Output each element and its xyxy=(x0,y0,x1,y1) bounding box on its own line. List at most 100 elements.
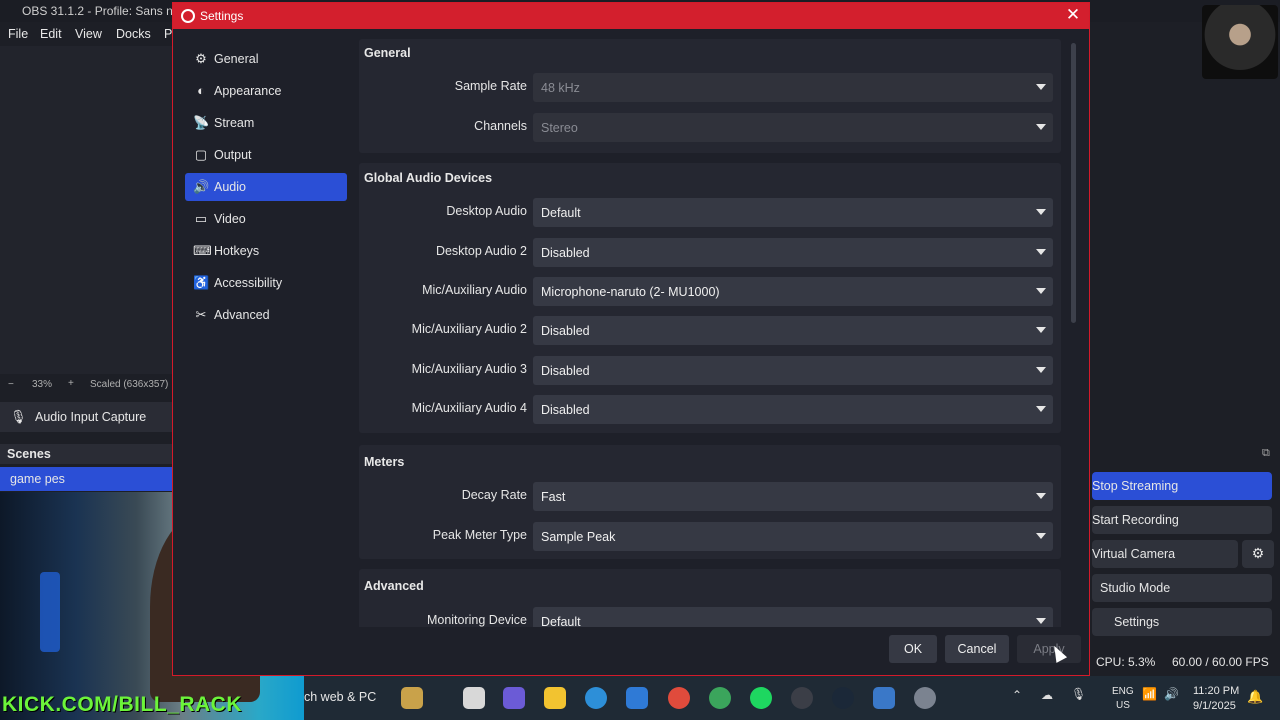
monitoring-device-select[interactable]: Default xyxy=(533,607,1053,627)
group-title: General xyxy=(364,46,411,60)
desktop-audio-2-label: Desktop Audio 2 xyxy=(435,244,527,258)
spotify-icon[interactable] xyxy=(750,687,772,709)
chevron-down-icon xyxy=(1035,121,1047,133)
decay-rate-select[interactable]: Fast xyxy=(533,482,1053,511)
store-icon[interactable] xyxy=(626,687,648,709)
zoom-out-icon[interactable]: − xyxy=(8,379,14,390)
start-recording-button[interactable]: Start Recording xyxy=(1092,506,1272,534)
mic-aux-audio-2-select[interactable]: Disabled xyxy=(533,316,1053,345)
mic-aux-audio-4-label: Mic/Auxiliary Audio 4 xyxy=(411,401,527,415)
settings-dialog: Settings ✕ ⚙ General ◐ Appearance 📡 Stre… xyxy=(172,2,1090,676)
settings-titlebar[interactable]: Settings ✕ xyxy=(173,3,1089,29)
settings-button[interactable]: Settings xyxy=(1092,608,1272,636)
mic-tray-icon[interactable]: 🎙 xyxy=(1071,687,1086,701)
sidebar-item-output[interactable]: ▢ Output xyxy=(185,141,347,169)
menu-view[interactable]: View xyxy=(75,27,102,41)
sidebar-item-accessibility[interactable]: ♿ Accessibility xyxy=(185,269,347,297)
cancel-button[interactable]: Cancel xyxy=(945,635,1009,663)
peak-meter-type-select[interactable]: Sample Peak xyxy=(533,522,1053,551)
banner-text: KICK.COM/BILL_RACK xyxy=(2,693,242,716)
stop-streaming-button[interactable]: Stop Streaming xyxy=(1092,472,1272,500)
menu-file[interactable]: File xyxy=(8,27,28,41)
scene-item[interactable]: game pes xyxy=(0,467,172,491)
desktop-audio-select[interactable]: Default xyxy=(533,198,1053,227)
sidebar-item-audio[interactable]: 🔊 Audio xyxy=(185,173,347,201)
teams-icon[interactable] xyxy=(503,687,525,709)
obs-taskbar-icon[interactable] xyxy=(791,687,813,709)
settings-label: Settings xyxy=(1114,615,1160,629)
studio-mode-button[interactable]: Studio Mode xyxy=(1092,574,1272,602)
wifi-icon[interactable]: 📶 xyxy=(1142,687,1157,701)
virtual-camera-button[interactable]: Virtual Camera xyxy=(1092,540,1238,568)
channels-select[interactable]: Stereo xyxy=(533,113,1053,142)
network-app-icon[interactable] xyxy=(873,687,895,709)
mic-aux-audio-3-select[interactable]: Disabled xyxy=(533,356,1053,385)
source-toolbar[interactable]: 🎙 Audio Input Capture xyxy=(0,402,180,432)
sidebar-item-stream[interactable]: 📡 Stream xyxy=(185,109,347,137)
tools-icon: ✂ xyxy=(195,307,207,322)
mic-aux-audio-select[interactable]: Microphone-naruto (2- MU1000) xyxy=(533,277,1053,306)
zoom-in-icon[interactable]: + xyxy=(68,378,74,389)
virtual-camera-settings-gear-icon[interactable]: ⚙ xyxy=(1242,540,1274,568)
sidebar-item-label: Stream xyxy=(214,116,255,130)
steam-icon[interactable] xyxy=(832,687,854,709)
menu-edit[interactable]: Edit xyxy=(40,27,62,41)
volume-icon[interactable]: 🔊 xyxy=(1164,687,1179,701)
source-name: Audio Input Capture xyxy=(35,410,147,424)
sidebar-item-label: Accessibility xyxy=(214,276,283,290)
settings-title: Settings xyxy=(200,9,244,23)
obs-window-title: OBS 31.1.2 - Profile: Sans nom xyxy=(22,4,190,18)
chrome-profile-icon[interactable] xyxy=(709,687,731,709)
task-view-icon[interactable] xyxy=(463,687,485,709)
sidebar-item-hotkeys[interactable]: ⌨ Hotkeys xyxy=(185,237,347,265)
menu-docks[interactable]: Docks xyxy=(116,27,151,41)
file-explorer-icon[interactable] xyxy=(544,687,566,709)
chevron-down-icon xyxy=(1035,324,1047,336)
sidebar-item-label: Appearance xyxy=(214,84,282,98)
monitor-icon: ▭ xyxy=(194,211,208,226)
close-icon[interactable]: ✕ xyxy=(1063,5,1083,25)
chevron-down-icon xyxy=(1035,206,1047,218)
channels-label: Channels xyxy=(474,119,527,133)
sidebar-item-general[interactable]: ⚙ General xyxy=(185,45,347,73)
sidebar-item-appearance[interactable]: ◐ Appearance xyxy=(185,77,347,105)
sidebar-item-video[interactable]: ▭ Video xyxy=(185,205,347,233)
clock-time[interactable]: 11:20 PM xyxy=(1193,685,1239,697)
ok-button[interactable]: OK xyxy=(889,635,937,663)
sidebar-item-advanced[interactable]: ✂ Advanced xyxy=(185,301,347,329)
tray-chevron-icon[interactable]: ⌃ xyxy=(1012,688,1022,702)
input-language[interactable]: ENG xyxy=(1112,686,1134,697)
onedrive-icon[interactable]: ☁ xyxy=(1041,688,1053,702)
preview-canvas[interactable] xyxy=(0,46,172,374)
palette-icon: ◐ xyxy=(197,83,205,98)
scaled-resolution: Scaled (636x357) xyxy=(90,379,169,390)
select-value: Sample Peak xyxy=(541,530,616,544)
group-title: Advanced xyxy=(364,579,424,593)
mic-aux-audio-4-select[interactable]: Disabled xyxy=(533,395,1053,424)
sidebar-item-label: Advanced xyxy=(214,308,270,322)
global-audio-group: Global Audio Devices Desktop Audio Defau… xyxy=(359,163,1061,433)
select-value: Stereo xyxy=(541,121,578,135)
chevron-down-icon xyxy=(1035,364,1047,376)
sample-rate-select[interactable]: 48 kHz xyxy=(533,73,1053,102)
sidebar-item-label: Audio xyxy=(214,180,246,194)
desktop-audio-2-select[interactable]: Disabled xyxy=(533,238,1053,267)
input-region: US xyxy=(1116,700,1130,711)
notification-bell-icon[interactable]: 🔔 xyxy=(1247,689,1263,705)
scenes-header: Scenes xyxy=(0,444,180,464)
start-recording-label: Start Recording xyxy=(1092,513,1179,527)
stop-streaming-label: Stop Streaming xyxy=(1092,479,1179,493)
monitoring-device-label: Monitoring Device xyxy=(426,613,527,627)
widgets-icon[interactable] xyxy=(401,687,423,709)
scrollbar-thumb[interactable] xyxy=(1071,43,1076,323)
dock-undock-icon[interactable]: ⧉ xyxy=(1262,447,1270,460)
edge-icon[interactable] xyxy=(585,687,607,709)
content-scrollbar[interactable] xyxy=(1070,43,1078,623)
settings-app-icon[interactable] xyxy=(914,687,936,709)
select-value: Disabled xyxy=(541,246,590,260)
general-group: General Sample Rate 48 kHz Channels Ster… xyxy=(359,39,1061,153)
chrome-icon[interactable] xyxy=(668,687,690,709)
taskbar-search[interactable]: ch web & PC xyxy=(304,690,376,704)
zoom-bar: − 33% + Scaled (636x357) xyxy=(0,376,180,394)
group-title: Meters xyxy=(364,455,405,469)
